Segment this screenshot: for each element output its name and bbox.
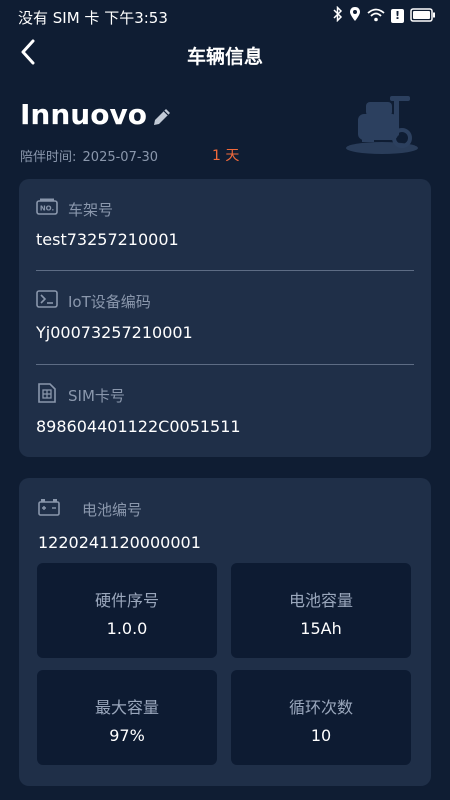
tile-value: 97% <box>109 726 145 745</box>
sim-number-label: SIM卡号 <box>68 386 125 405</box>
frame-number-label-row: NO. 车架号 <box>36 198 113 220</box>
location-icon <box>349 6 361 26</box>
tile-value: 1.0.0 <box>106 619 148 638</box>
tile-cycle-count[interactable]: 循环次数 10 <box>231 670 411 765</box>
frame-number-field: NO. 车架号 test73257210001 <box>36 198 414 258</box>
iot-code-value: Yj00073257210001 <box>36 323 193 342</box>
sim-number-value: 898604401122C0051511 <box>36 417 241 436</box>
frame-number-value: test73257210001 <box>36 230 179 249</box>
battery-number-field: 电池编号 1220241120000001 <box>36 498 414 558</box>
nav-bar: 车辆信息 <box>0 32 450 76</box>
status-bar: 没有 SIM 卡 下午3:53 ! <box>0 0 450 32</box>
companion-date: 2025-07-30 <box>82 150 159 165</box>
tile-label: 电池容量 <box>288 591 353 610</box>
tile-label: 循环次数 <box>288 698 353 717</box>
battery-icon <box>410 7 436 26</box>
wifi-icon <box>367 7 385 26</box>
pencil-icon <box>150 109 174 133</box>
sim-number-field: SIM卡号 898604401122C0051511 <box>36 383 414 443</box>
tile-battery-capacity[interactable]: 电池容量 15Ah <box>231 563 411 658</box>
companion-days: 1 天 <box>212 148 240 164</box>
battery-number-value: 1220241120000001 <box>38 533 201 552</box>
status-icons: ! <box>333 5 436 26</box>
battery-number-label-row: 电池编号 <box>38 498 142 520</box>
vehicle-info-card: NO. 车架号 test73257210001 IoT设备编码 Yj000732… <box>19 179 431 457</box>
svg-text:NO.: NO. <box>40 205 54 213</box>
tile-label: 最大容量 <box>94 698 159 717</box>
battery-number-label: 电池编号 <box>82 500 143 519</box>
sim-card-icon <box>36 383 58 407</box>
tile-hardware-version[interactable]: 硬件序号 1.0.0 <box>37 563 217 658</box>
iot-code-label-row: IoT设备编码 <box>36 290 151 312</box>
frame-number-icon: NO. <box>36 198 58 220</box>
bluetooth-icon <box>333 5 343 26</box>
battery-info-card: 电池编号 1220241120000001 硬件序号 1.0.0 电池容量 15… <box>19 478 431 786</box>
alert-icon: ! <box>391 9 404 23</box>
tile-value: 10 <box>310 726 332 745</box>
vehicle-name: Innuovo <box>20 98 147 131</box>
divider <box>36 364 414 365</box>
sim-number-label-row: SIM卡号 <box>36 383 125 407</box>
divider <box>36 270 414 271</box>
frame-number-label: 车架号 <box>68 200 114 219</box>
page-title: 车辆信息 <box>186 46 263 68</box>
status-carrier-time: 没有 SIM 卡 下午3:53 <box>18 9 168 27</box>
tile-label: 硬件序号 <box>94 591 159 610</box>
scooter-icon <box>344 92 420 156</box>
edit-name-button[interactable] <box>150 105 174 129</box>
terminal-icon <box>36 290 58 312</box>
battery-icon <box>38 498 60 520</box>
iot-code-field: IoT设备编码 Yj00073257210001 <box>36 290 414 350</box>
companion-time: 陪伴时间: 2025-07-30 <box>20 146 158 165</box>
iot-code-label: IoT设备编码 <box>68 292 151 311</box>
companion-label: 陪伴时间: <box>20 150 77 165</box>
tile-max-capacity[interactable]: 最大容量 97% <box>37 670 217 765</box>
tile-value: 15Ah <box>300 619 342 638</box>
